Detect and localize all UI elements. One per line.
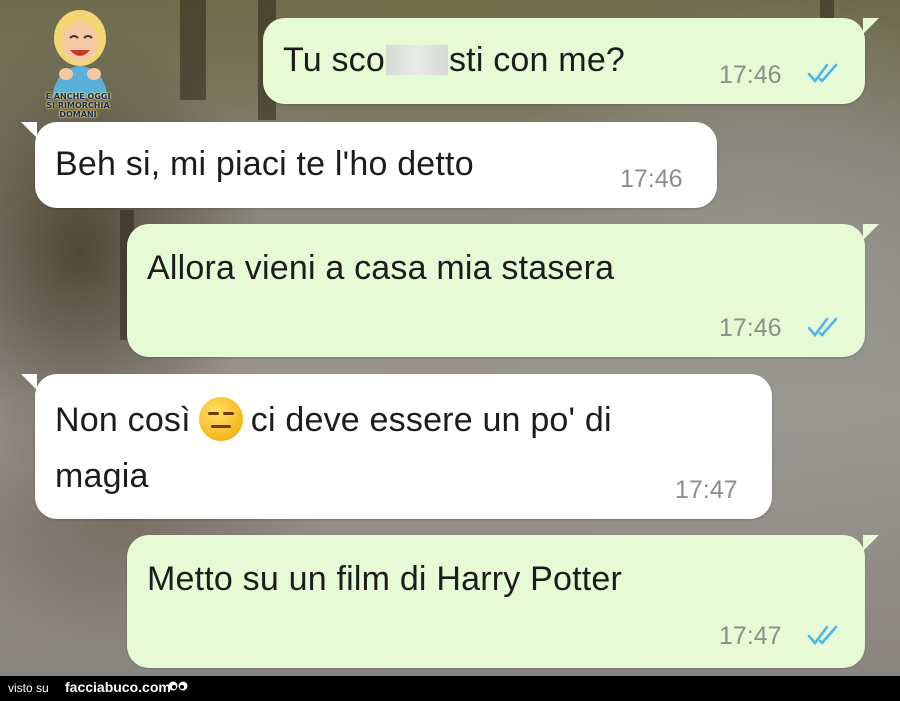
- double-check-read-icon: [807, 63, 838, 84]
- message-text-part: sti con me?: [448, 41, 626, 79]
- sticker-caption-line2: SI RIMORCHIA DOMANI: [46, 101, 110, 119]
- message-text: Beh si, mi piaci te l'ho detto: [55, 145, 474, 183]
- message-time: 17:47: [719, 622, 782, 650]
- bubble-tail: [21, 374, 37, 390]
- visto-su-label: visto su: [8, 681, 49, 695]
- expressionless-face-emoji-icon: [198, 397, 243, 441]
- googly-eyes-logo-icon: [168, 681, 188, 691]
- message-time: 17:46: [620, 165, 683, 193]
- bubble-tail: [863, 18, 879, 34]
- site-link[interactable]: facciabuco.com: [65, 679, 171, 695]
- message-text: Non così ci deve essere un po' di: [55, 396, 612, 444]
- message-text-part: Tu sco: [283, 41, 385, 79]
- message-bubble-outgoing[interactable]: Tu sco sti con me? 17:46: [263, 18, 879, 104]
- message-text: Tu sco sti con me?: [283, 36, 625, 84]
- message-time: 17:46: [719, 314, 782, 342]
- double-check-read-icon: [807, 625, 838, 646]
- message-text: Allora vieni a casa mia stasera: [147, 249, 615, 287]
- message-text: Metto su un film di Harry Potter: [147, 560, 622, 598]
- cartoon-woman-sticker: [52, 10, 108, 98]
- message-text-part: Non così: [55, 401, 191, 439]
- message-bubble-incoming[interactable]: Beh si, mi piaci te l'ho detto 17:46: [21, 122, 717, 208]
- message-bubble-outgoing[interactable]: Metto su un film di Harry Potter 17:47: [127, 535, 879, 668]
- censored-redaction: [385, 45, 448, 75]
- message-time: 17:46: [719, 61, 782, 89]
- bubble-tail: [863, 224, 879, 240]
- bubble-tail: [863, 535, 879, 551]
- sticker-caption: E ANCHE OGGI SI RIMORCHIA DOMANI: [28, 92, 128, 119]
- sticker-caption-line1: E ANCHE OGGI: [45, 92, 111, 101]
- message-bubble-incoming[interactable]: Non così ci deve essere un po' di magia 1…: [21, 374, 772, 519]
- wallpaper-tree-trunk: [180, 0, 206, 100]
- message-bubble-outgoing[interactable]: Allora vieni a casa mia stasera 17:46: [127, 224, 879, 357]
- watermark-footer: visto su facciabuco.com: [0, 676, 900, 701]
- message-time: 17:47: [675, 476, 738, 504]
- message-text-part: ci deve essere un po' di: [250, 401, 612, 439]
- double-check-read-icon: [807, 317, 838, 338]
- bubble-tail: [21, 122, 37, 138]
- message-text-line2: magia: [55, 457, 149, 495]
